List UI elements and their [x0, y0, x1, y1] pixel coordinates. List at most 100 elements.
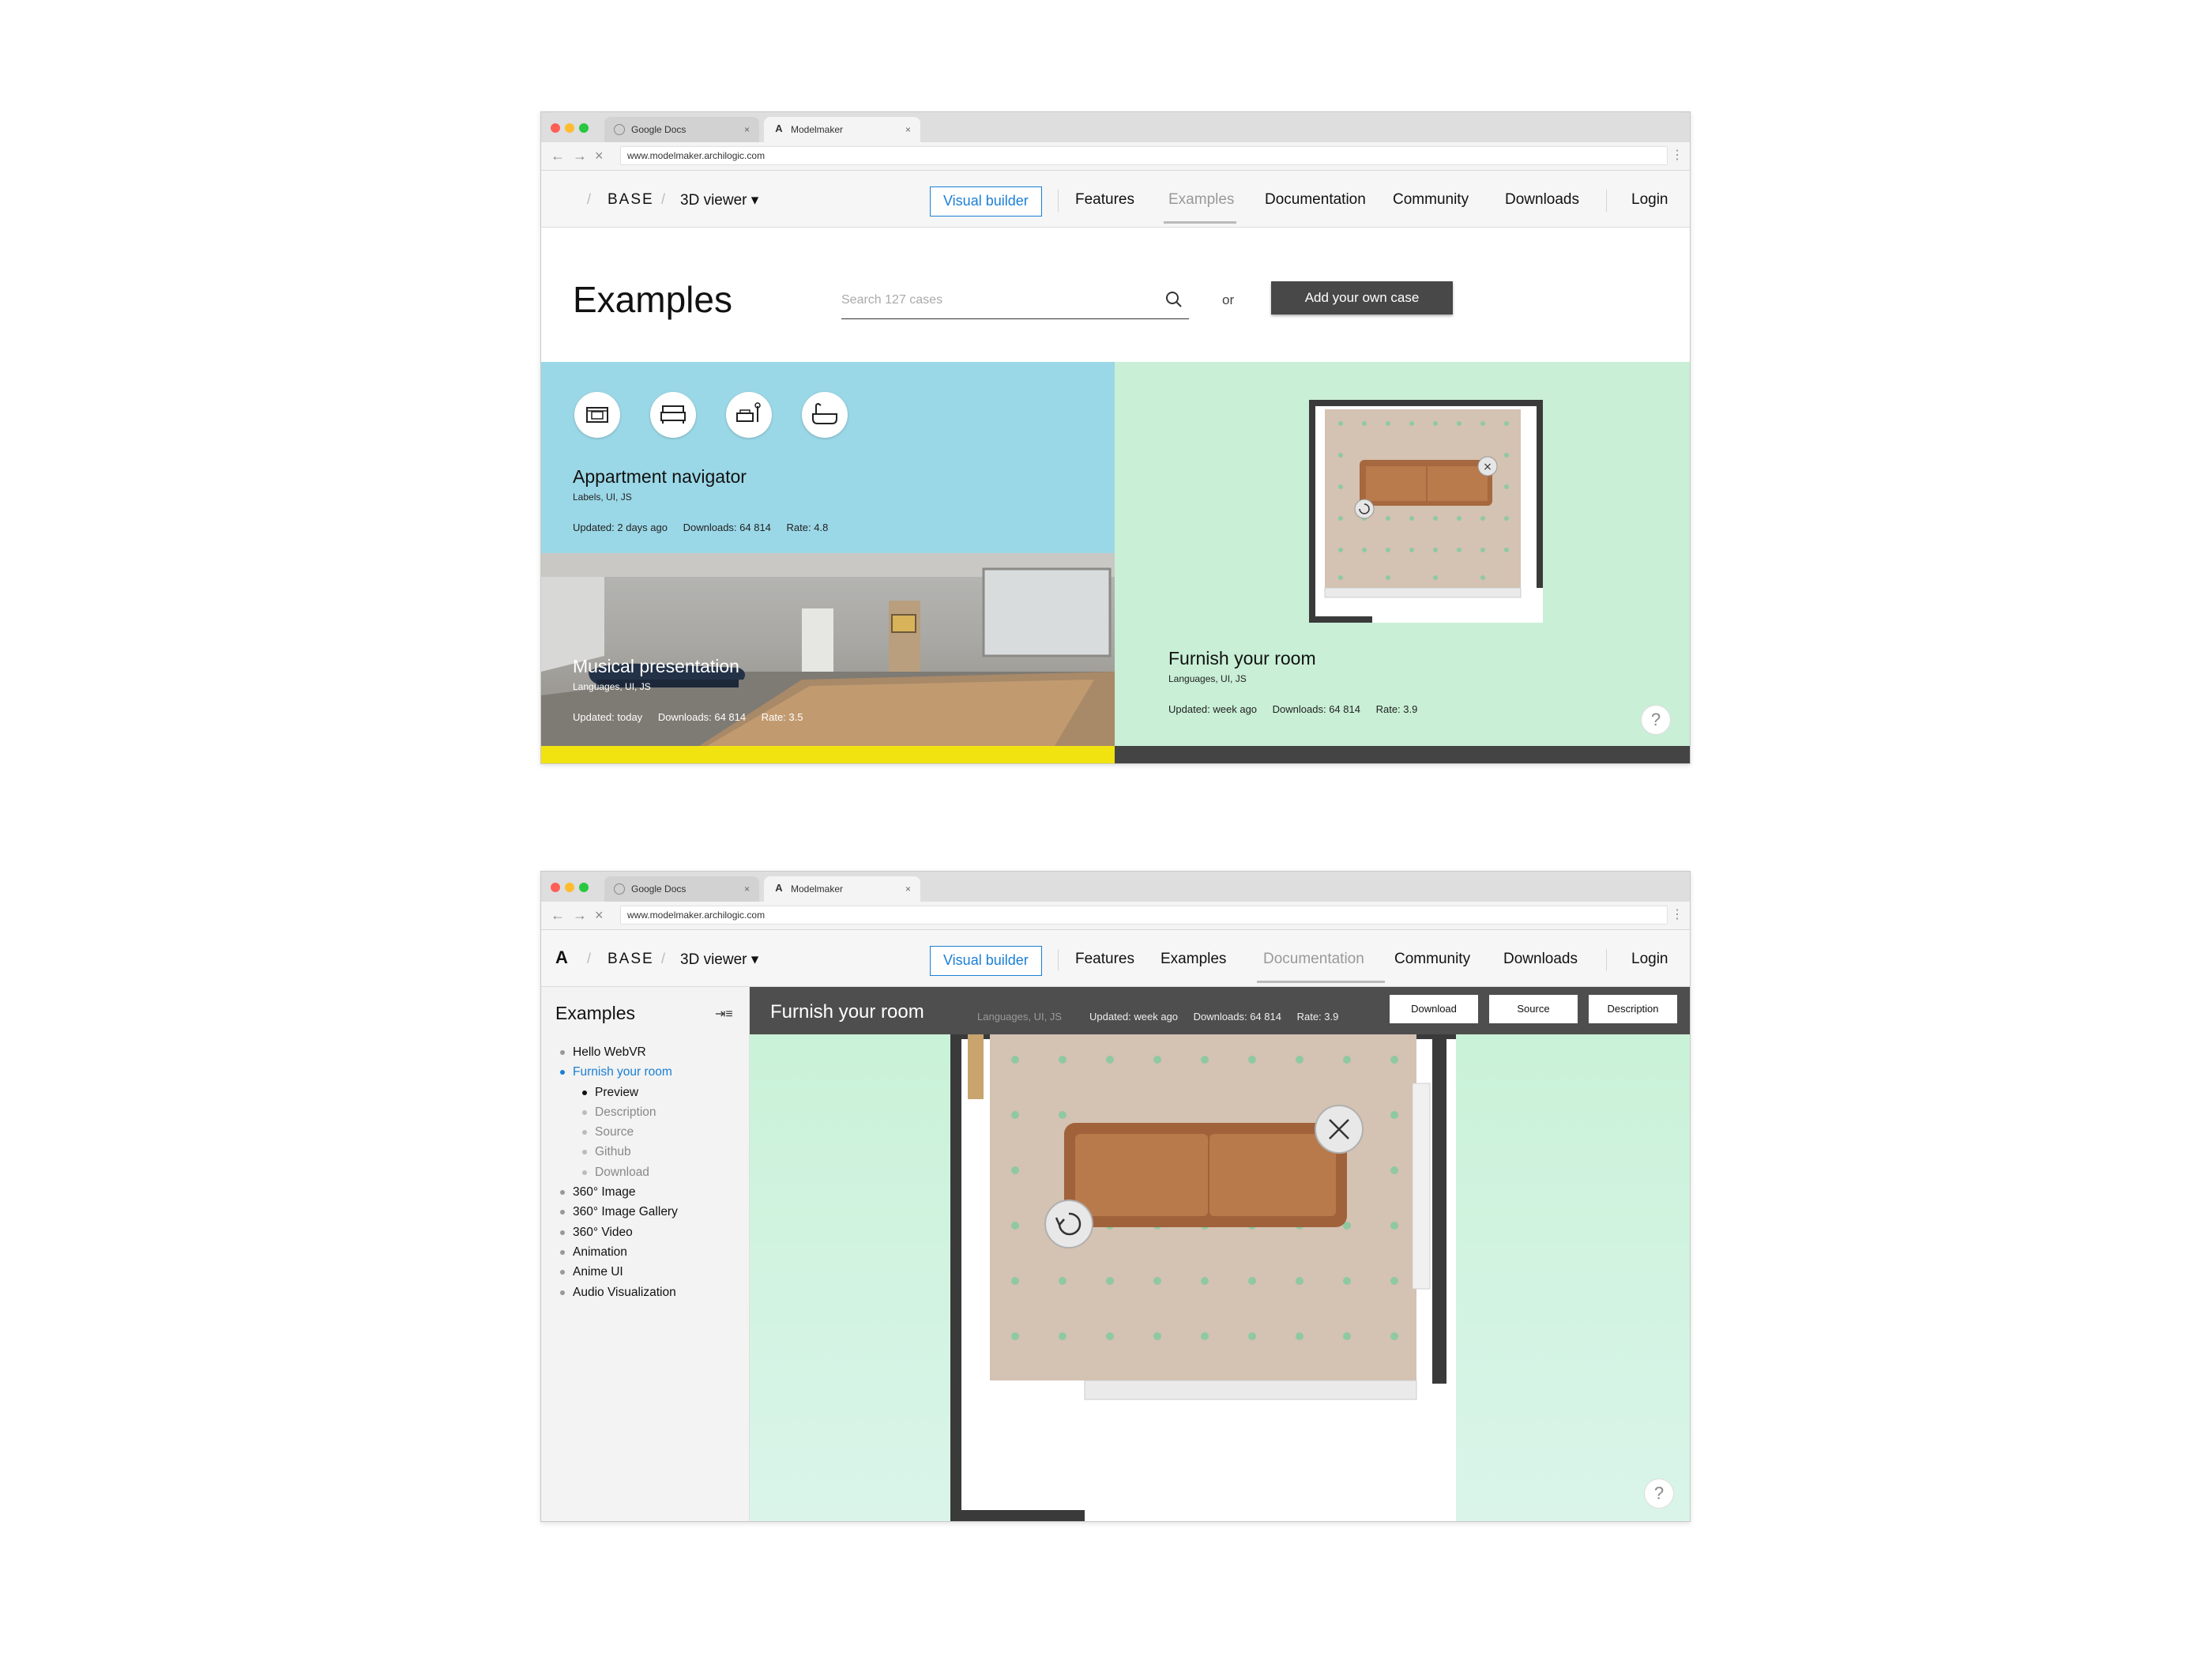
nav-community[interactable]: Community: [1394, 951, 1470, 968]
nav-documentation[interactable]: Documentation: [1265, 191, 1366, 209]
nav-3d-viewer-dropdown[interactable]: 3D viewer ▾: [680, 951, 758, 969]
sidebar-subitem-description[interactable]: Description: [560, 1102, 678, 1122]
room-icon-button[interactable]: [726, 392, 772, 438]
sidebar-subitem-download[interactable]: Download: [560, 1162, 678, 1182]
card-downloads: Downloads: 64 814: [683, 522, 771, 533]
nav-visual-builder-button[interactable]: Visual builder: [930, 946, 1042, 976]
sidebar-item-furnish-your-room[interactable]: Furnish your room: [560, 1062, 678, 1082]
add-own-case-button[interactable]: Add your own case: [1271, 281, 1453, 314]
example-viewport[interactable]: Furnish your room Languages, UI, JS Upda…: [750, 987, 1690, 1522]
close-window-button[interactable]: [551, 883, 560, 892]
browser-menu-icon[interactable]: ⋮: [1671, 906, 1683, 922]
example-toolbar: Furnish your room Languages, UI, JS Upda…: [750, 987, 1690, 1034]
nav-3d-viewer-dropdown[interactable]: 3D viewer ▾: [680, 191, 758, 209]
nav-visual-builder-button[interactable]: Visual builder: [930, 186, 1042, 217]
nav-divider: [1606, 949, 1607, 971]
forward-icon[interactable]: →: [573, 148, 587, 164]
help-button[interactable]: ?: [1644, 1478, 1674, 1508]
tab-modelmaker[interactable]: A Modelmaker ×: [764, 876, 920, 902]
room-icon-button[interactable]: [574, 392, 620, 438]
example-downloads: Downloads: 64 814: [1193, 1011, 1281, 1023]
sidebar-item-audio-visualization[interactable]: Audio Visualization: [560, 1282, 678, 1302]
sidebar-item-hello-webvr[interactable]: Hello WebVR: [560, 1042, 678, 1062]
floorplan-3d-view[interactable]: [950, 1028, 1456, 1522]
card-tags: Languages, UI, JS: [1168, 673, 1247, 684]
room-icon-button[interactable]: [802, 392, 848, 438]
nav-base[interactable]: BASE: [608, 191, 654, 209]
back-icon[interactable]: ←: [551, 907, 565, 924]
sidebar-item-anime-ui[interactable]: Anime UI: [560, 1262, 678, 1282]
sidebar-title: Examples: [555, 1003, 635, 1023]
description-button[interactable]: Description: [1589, 995, 1677, 1023]
url-field[interactable]: www.modelmaker.archilogic.com: [620, 146, 1668, 165]
remove-item-button[interactable]: [1315, 1105, 1364, 1154]
tab-google-docs[interactable]: Google Docs ×: [604, 117, 759, 142]
card-accent-bar: [1115, 746, 1690, 763]
card-furnish-your-room[interactable]: × Furnish your room Languages, UI, JS Up…: [1115, 362, 1690, 746]
nav-login[interactable]: Login: [1631, 951, 1668, 968]
room-icon-button[interactable]: [650, 392, 696, 438]
close-window-button[interactable]: [551, 123, 560, 133]
sidebar-subitem-preview[interactable]: Preview: [560, 1083, 678, 1102]
nav-base[interactable]: BASE: [608, 951, 654, 968]
browser-window-detail: Google Docs × A Modelmaker × ← → × www.m…: [540, 871, 1691, 1522]
tab-close-icon[interactable]: ×: [744, 876, 750, 902]
search-input[interactable]: [841, 284, 1149, 316]
nav-downloads[interactable]: Downloads: [1503, 951, 1578, 968]
sidebar-item-animation[interactable]: Animation: [560, 1242, 678, 1262]
card-meta: Updated: today Downloads: 64 814 Rate: 3…: [573, 711, 816, 723]
sidebar-item-360-video[interactable]: 360° Video: [560, 1222, 678, 1242]
sidebar-item-360-image[interactable]: 360° Image: [560, 1182, 678, 1202]
nav-documentation[interactable]: Documentation: [1263, 951, 1364, 968]
rotate-item-button[interactable]: [1044, 1200, 1093, 1249]
minimize-window-button[interactable]: [565, 883, 574, 892]
collapse-sidebar-icon[interactable]: ⇥≡: [715, 1006, 733, 1022]
maximize-window-button[interactable]: [579, 883, 589, 892]
stop-icon[interactable]: ×: [595, 907, 604, 924]
download-button[interactable]: Download: [1390, 995, 1478, 1023]
bathtub-icon: [812, 402, 837, 424]
nav-features[interactable]: Features: [1075, 191, 1134, 209]
nav-divider: [1058, 949, 1059, 971]
card-downloads: Downloads: 64 814: [1272, 703, 1360, 715]
maximize-window-button[interactable]: [579, 123, 589, 133]
nav-divider: [1058, 190, 1059, 212]
example-title: Furnish your room: [770, 1001, 924, 1023]
nav-examples[interactable]: Examples: [1161, 951, 1226, 968]
breadcrumb-separator: /: [661, 191, 666, 207]
example-meta: Updated: week ago Downloads: 64 814 Rate…: [1089, 1011, 1351, 1023]
nav-login[interactable]: Login: [1631, 191, 1668, 209]
tab-label: Google Docs: [631, 124, 687, 135]
tab-modelmaker[interactable]: A Modelmaker ×: [764, 117, 920, 142]
tab-close-icon[interactable]: ×: [905, 117, 911, 142]
browser-window-examples: Google Docs × A Modelmaker × ← → × www.m…: [540, 111, 1691, 764]
card-musical-presentation[interactable]: Musical presentation Languages, UI, JS U…: [541, 553, 1115, 746]
sidebar-subitem-github[interactable]: Github: [560, 1142, 678, 1162]
nav-downloads[interactable]: Downloads: [1505, 191, 1579, 209]
tab-close-icon[interactable]: ×: [905, 876, 911, 902]
globe-icon: [614, 883, 625, 895]
card-updated: Updated: today: [573, 711, 643, 723]
stop-icon[interactable]: ×: [595, 148, 604, 164]
help-button[interactable]: ?: [1641, 705, 1671, 735]
sidebar-item-360-image-gallery[interactable]: 360° Image Gallery: [560, 1202, 678, 1222]
source-button[interactable]: Source: [1489, 995, 1578, 1023]
minimize-window-button[interactable]: [565, 123, 574, 133]
nav-examples[interactable]: Examples: [1168, 191, 1234, 209]
tab-google-docs[interactable]: Google Docs ×: [604, 876, 759, 902]
card-meta: Updated: 2 days ago Downloads: 64 814 Ra…: [573, 522, 841, 533]
nav-features[interactable]: Features: [1075, 951, 1134, 968]
tab-close-icon[interactable]: ×: [744, 117, 750, 142]
search-icon[interactable]: [1165, 291, 1183, 308]
url-field[interactable]: www.modelmaker.archilogic.com: [620, 906, 1668, 925]
nav-community[interactable]: Community: [1393, 191, 1469, 209]
forward-icon[interactable]: →: [573, 907, 587, 924]
card-appartment-navigator[interactable]: Appartment navigator Labels, UI, JS Upda…: [541, 362, 1115, 553]
site-navbar: / BASE / 3D viewer ▾ Visual builder Feat…: [541, 171, 1690, 228]
back-icon[interactable]: ←: [551, 148, 565, 164]
nav-active-indicator: [1164, 221, 1236, 224]
sidebar-subitem-source[interactable]: Source: [560, 1122, 678, 1142]
breadcrumb-separator: /: [587, 951, 592, 966]
browser-menu-icon[interactable]: ⋮: [1671, 147, 1683, 163]
archilogic-logo-icon[interactable]: A: [555, 947, 568, 968]
